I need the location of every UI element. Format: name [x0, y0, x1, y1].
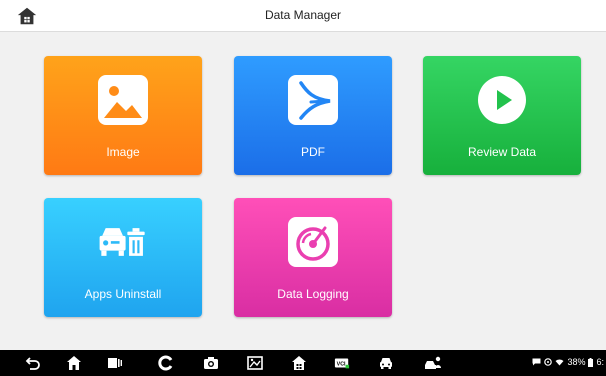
play-icon [478, 76, 526, 124]
tile-label: Apps Uninstall [84, 287, 162, 301]
tile-label: Data Logging [277, 287, 349, 301]
image-icon [98, 75, 148, 125]
data-logging-icon [288, 217, 338, 267]
wifi-icon [555, 359, 564, 366]
car-trash-icon [99, 228, 145, 256]
image-tile[interactable]: Image [44, 56, 202, 175]
car-icon[interactable] [378, 355, 394, 371]
home-garage-icon[interactable] [291, 355, 307, 371]
pdf-tile[interactable]: PDF [234, 56, 392, 175]
camera-icon[interactable] [203, 355, 219, 371]
title-bar: Data Manager [0, 0, 606, 32]
review-data-tile[interactable]: Review Data [423, 56, 581, 175]
recent-apps-icon[interactable] [107, 355, 123, 371]
tile-label: Review Data [467, 145, 537, 159]
svg-text:VCI: VCI [337, 362, 346, 368]
location-icon [544, 358, 553, 366]
message-icon [532, 358, 541, 366]
tile-label: Image [106, 145, 140, 159]
apps-uninstall-tile[interactable]: Apps Uninstall [44, 198, 202, 317]
tile-label: PDF [301, 145, 325, 159]
tile-grid: Image PDF Review Data Apps Uninstall Dat… [0, 32, 606, 350]
navigation-bar: VCI 38% 6: [0, 350, 606, 376]
clock: 6: [596, 357, 604, 367]
autel-icon[interactable] [158, 355, 174, 371]
battery-percentage: 38% [567, 357, 586, 367]
home-icon[interactable] [66, 355, 82, 371]
data-logging-tile[interactable]: Data Logging [234, 198, 392, 317]
battery-icon [588, 357, 594, 367]
pdf-icon [288, 75, 338, 125]
status-area: 38% 6: [532, 357, 604, 367]
vci-icon[interactable]: VCI [334, 355, 350, 371]
back-icon[interactable] [25, 355, 41, 371]
vehicle-user-icon[interactable] [424, 355, 442, 371]
page-title: Data Manager [264, 8, 342, 22]
screenshot-icon[interactable] [247, 355, 263, 371]
